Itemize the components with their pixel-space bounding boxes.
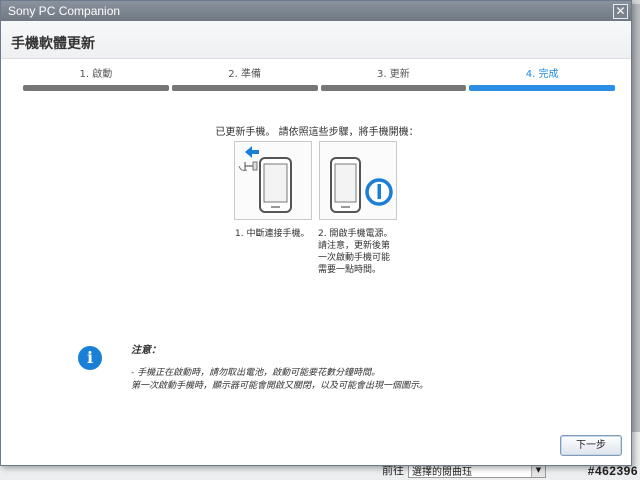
step-bar	[171, 85, 318, 91]
power-on-card	[319, 141, 397, 220]
phone-power-icon	[330, 157, 393, 213]
disconnect-phone-card	[234, 141, 312, 220]
close-button[interactable]: ✕	[613, 3, 628, 19]
power-on-caption: 2. 開啟手機電源。 請注意，更新後第 一次啟動手機可能 需要一點時間。	[318, 229, 393, 275]
title-bar[interactable]: Sony PC Companion ✕	[1, 1, 631, 21]
page-title: 手機軟體更新	[11, 36, 95, 52]
disconnect-caption: 1. 中斷連接手機。	[235, 229, 310, 239]
step-bar	[320, 85, 467, 91]
step-label: 1. 啟動	[79, 69, 113, 80]
step-progress: 1. 啟動 2. 準備 3. 更新 4. 完成	[23, 65, 615, 91]
note-line: - 手機正在啟動時，請勿取出電池，啟動可能要花數分鐘時間。	[131, 368, 381, 378]
step-1: 1. 啟動	[23, 65, 169, 91]
step-4: 4. 完成	[469, 65, 615, 91]
dialog-window: Sony PC Companion ✕ 手機軟體更新 1. 啟動 2. 準備 3…	[0, 0, 632, 466]
step-3: 3. 更新	[320, 65, 467, 91]
step-label: 4. 完成	[525, 69, 559, 80]
step-bar	[23, 85, 169, 91]
note-title: 注意：	[131, 345, 161, 356]
phone-disconnect-icon	[238, 146, 292, 213]
window-title: Sony PC Companion	[8, 4, 121, 18]
next-button[interactable]: 下一步	[560, 435, 622, 456]
dialog-header: 手機軟體更新	[1, 21, 631, 59]
step-bar	[469, 85, 615, 91]
step-2: 2. 準備	[171, 65, 318, 91]
instruction-text: 已更新手機。 請依照這些步驟，將手機開機：	[215, 127, 419, 138]
note-line: 第一次啟動手機時，顯示器可能會開啟又關閉，以及可能會出現一個圖示。	[131, 381, 429, 391]
step-label: 3. 更新	[377, 69, 410, 80]
watermark: #462396	[587, 464, 638, 478]
info-icon: i	[78, 346, 102, 370]
step-label: 2. 準備	[228, 69, 261, 80]
